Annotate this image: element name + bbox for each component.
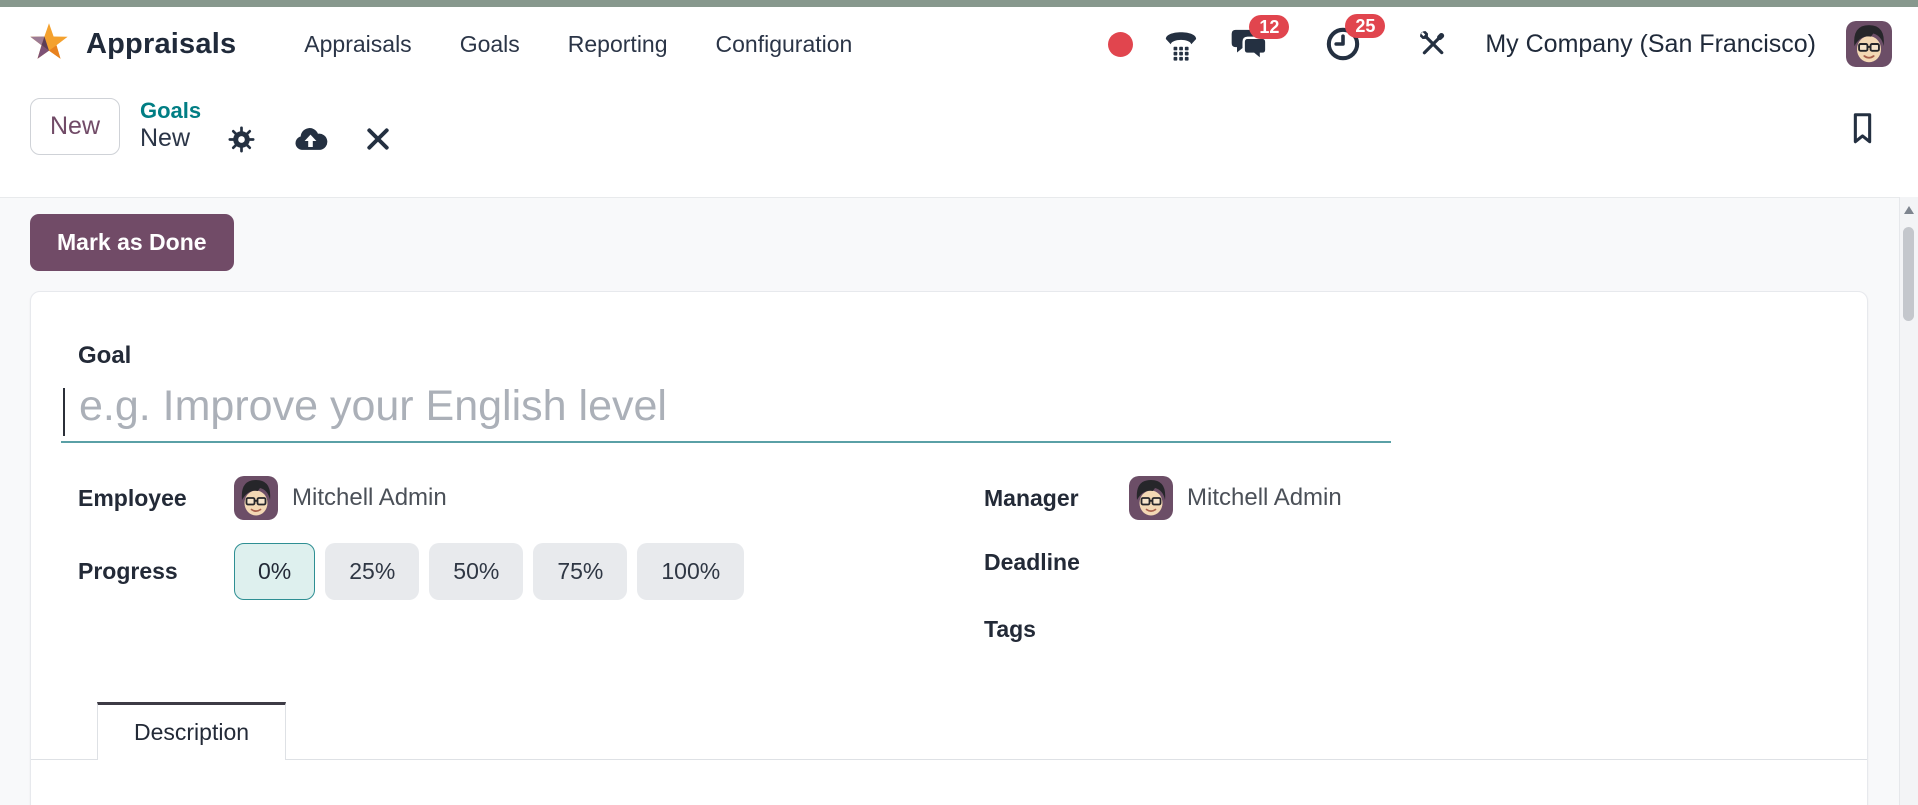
tags-label: Tags (984, 615, 1036, 642)
progress-option[interactable]: 50% (429, 543, 524, 600)
breadcrumb: Goals New (140, 98, 390, 153)
form-view-body: Mark as Done Goal Employee (0, 197, 1918, 805)
breadcrumb-goals-link[interactable]: Goals (140, 98, 390, 123)
main-menu: Appraisals Goals Reporting Configuration (280, 31, 876, 58)
employee-name: Mitchell Admin (292, 484, 447, 511)
scrollbar-thumb[interactable] (1903, 227, 1914, 321)
goal-form-card: Goal Employee (30, 291, 1868, 805)
discard-x-icon[interactable] (366, 127, 390, 151)
messages-count-badge: 12 (1249, 14, 1290, 39)
deadline-field-row: Deadline (984, 547, 1349, 577)
new-button[interactable]: New (30, 98, 120, 155)
goal-title-input[interactable] (61, 380, 1391, 443)
deadline-label: Deadline (984, 548, 1080, 575)
menu-reporting[interactable]: Reporting (544, 31, 692, 58)
progress-option[interactable]: 75% (533, 543, 628, 600)
progress-option[interactable]: 0% (234, 543, 316, 600)
tab-description[interactable]: Description (97, 702, 287, 760)
appraisals-star-icon (26, 21, 72, 67)
manager-value[interactable]: Mitchell Admin (1129, 476, 1342, 520)
employee-avatar (234, 476, 278, 520)
deadline-input[interactable] (1129, 547, 1349, 577)
goal-input-wrap (61, 380, 1391, 443)
manager-label: Manager (984, 484, 1079, 511)
breadcrumb-current: New (140, 124, 191, 153)
user-avatar[interactable] (1846, 21, 1892, 67)
goal-field-label: Goal (78, 342, 132, 369)
window-top-strip (0, 0, 1918, 7)
app-window: Appraisals Appraisals Goals Reporting Co… (0, 0, 1918, 805)
voip-phone-icon[interactable] (1163, 28, 1199, 61)
mark-as-done-button[interactable]: Mark as Done (30, 214, 234, 271)
progress-options: 0% 25% 50% 75% 100% (234, 543, 745, 600)
debug-tools-icon[interactable] (1417, 28, 1449, 60)
app-title: Appraisals (86, 27, 237, 60)
messages-icon[interactable]: 12 (1229, 14, 1290, 62)
progress-field-row: Progress 0% 25% 50% 75% 100% (78, 543, 745, 600)
employee-label: Employee (78, 484, 187, 511)
vertical-scrollbar[interactable] (1899, 197, 1918, 805)
progress-option[interactable]: 25% (325, 543, 420, 600)
progress-option[interactable]: 100% (637, 543, 745, 600)
activities-clock-icon[interactable]: 25 (1325, 14, 1386, 62)
menu-appraisals[interactable]: Appraisals (280, 31, 435, 58)
manager-field-row: Manager Mitchell Admin (984, 476, 1342, 520)
tags-input[interactable] (1129, 614, 1349, 644)
scroll-up-arrow-icon[interactable] (1904, 206, 1914, 214)
bookmark-icon[interactable] (1849, 112, 1876, 145)
menu-goals[interactable]: Goals (436, 31, 544, 58)
menu-configuration[interactable]: Configuration (692, 31, 877, 58)
app-brand[interactable]: Appraisals (26, 21, 236, 67)
activities-count-badge: 25 (1345, 14, 1386, 38)
company-switcher[interactable]: My Company (San Francisco) (1485, 30, 1816, 59)
systray: 12 25 My Company (San Francisco) (1108, 14, 1892, 67)
manager-avatar (1129, 476, 1173, 520)
save-cloud-icon[interactable] (293, 126, 328, 153)
control-panel: New Goals New (30, 98, 1876, 166)
manager-name: Mitchell Admin (1187, 484, 1342, 511)
main-navbar: Appraisals Appraisals Goals Reporting Co… (0, 7, 1918, 81)
text-cursor (63, 388, 65, 436)
notebook-divider (31, 759, 1867, 760)
record-dot-icon (1108, 31, 1134, 57)
employee-field-row: Employee Mitchell Admin (78, 476, 447, 520)
employee-value[interactable]: Mitchell Admin (234, 476, 447, 520)
tags-field-row: Tags (984, 614, 1349, 644)
settings-gear-icon[interactable] (228, 126, 255, 153)
progress-label: Progress (78, 558, 178, 584)
